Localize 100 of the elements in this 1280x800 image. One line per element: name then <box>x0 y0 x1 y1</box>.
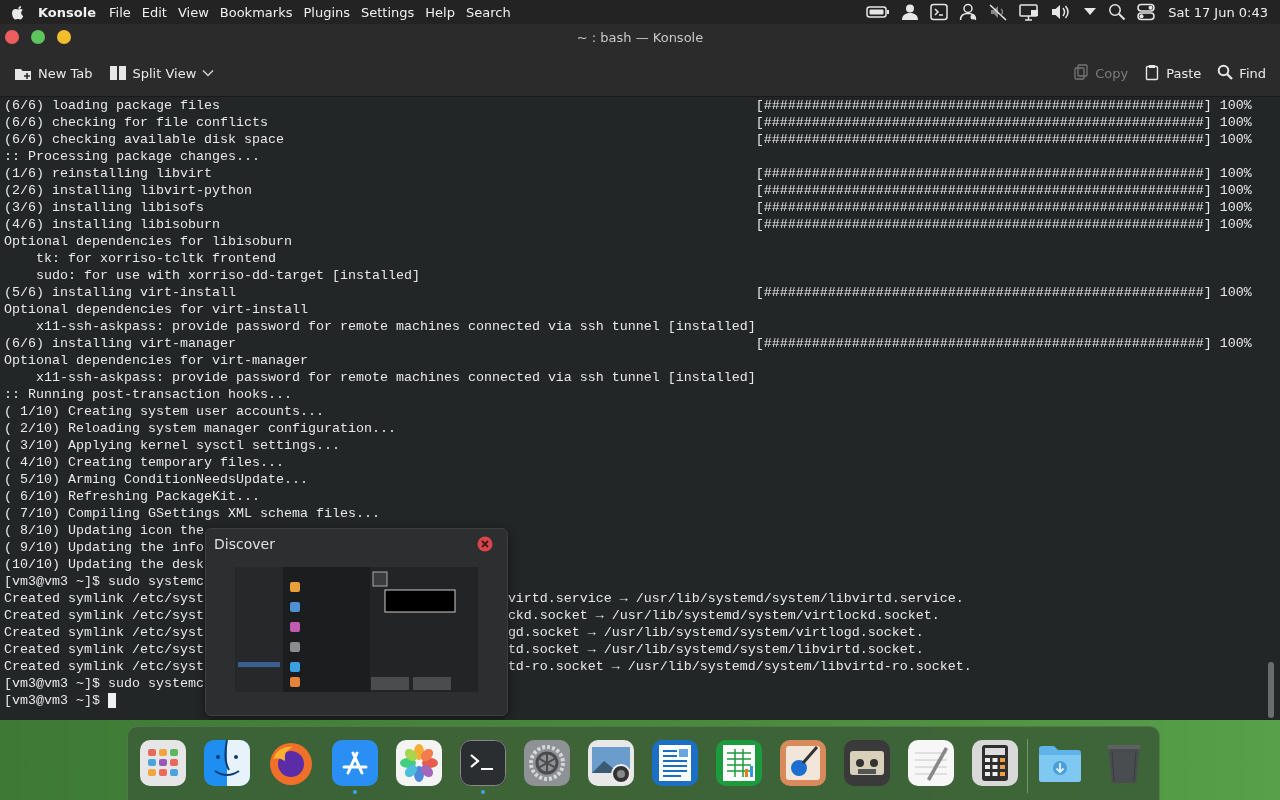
terminal-line: :: Running post-transaction hooks... <box>4 386 292 403</box>
terminal-line: ( 1/10) Creating system user accounts... <box>4 403 324 420</box>
percent-text: 100% <box>1219 165 1252 182</box>
app-store-icon[interactable] <box>331 739 379 787</box>
search-icon <box>1217 64 1234 82</box>
terminal-line: (6/6) checking available disk space <box>4 131 284 148</box>
calculator-icon[interactable] <box>971 739 1019 787</box>
progress-bar-text: [#######################################################] <box>755 114 1212 131</box>
terminal-line: td.socket → /usr/lib/systemd/system/libvirtd.socket. <box>507 641 924 658</box>
terminal-line: Optional dependencies for virt-install <box>4 301 308 318</box>
menu-item[interactable]: Settings <box>361 4 415 20</box>
cassette-icon[interactable] <box>843 739 891 787</box>
popup-title: Discover <box>214 536 275 552</box>
terminal-line: [vm3@vm3 ~]$ sudo systemc <box>4 573 204 590</box>
terminal-line: ( 6/10) Refreshing PackageKit... <box>4 488 260 505</box>
photo-with-lens-icon[interactable] <box>587 739 635 787</box>
minimize-button[interactable] <box>57 30 71 44</box>
close-button[interactable] <box>5 30 19 44</box>
notepad-icon[interactable] <box>907 739 955 787</box>
maximize-button[interactable] <box>31 30 45 44</box>
terminal-line: Created symlink /etc/syst <box>4 641 204 658</box>
clipboard-icon <box>1144 64 1161 82</box>
progress-bar-text: [#######################################################] <box>755 216 1212 233</box>
percent-text: 100% <box>1219 97 1252 114</box>
terminal-line: ckd.socket → /usr/lib/systemd/system/virtlockd.socket. <box>507 607 940 624</box>
terminal-line: (6/6) installing virt-manager <box>4 335 236 352</box>
terminal-line: Optional dependencies for libisoburn <box>4 233 292 250</box>
window-title: ~ : bash — Konsole <box>576 29 704 45</box>
user-outline-icon[interactable] <box>959 3 978 21</box>
terminal-line: virtd.service → /usr/lib/systemd/system/libvirtd.service. <box>507 590 964 607</box>
terminal-line: sudo: for use with xorriso-dd-target [installed] <box>35 267 420 284</box>
toolbar-button[interactable]: New Tab <box>8 60 99 86</box>
progress-bar-text: [#######################################################] <box>755 182 1212 199</box>
terminal-line: Created symlink /etc/syst <box>4 624 204 641</box>
toggle-switches-icon[interactable] <box>1137 3 1156 21</box>
progress-bar-text: [#######################################################] <box>755 131 1212 148</box>
terminal-line: Optional dependencies for virt-manager <box>4 352 308 369</box>
terminal-line: (4/6) installing libisoburn <box>4 216 220 233</box>
toolbar-button[interactable]: Paste <box>1138 60 1208 86</box>
document-icon[interactable] <box>651 739 699 787</box>
terminal-line: (6/6) loading package files <box>4 97 220 114</box>
app-menu[interactable]: Konsole <box>38 4 96 20</box>
paint-brush-icon[interactable] <box>779 739 827 787</box>
terminal-line: (3/6) installing libisofs <box>4 199 204 216</box>
terminal-line: ( 5/10) Arming ConditionNeedsUpdate... <box>4 471 308 488</box>
terminal-line: ( 4/10) Creating temporary files... <box>4 454 284 471</box>
progress-bar-text: [#######################################################] <box>755 284 1212 301</box>
search-icon[interactable] <box>1108 3 1127 21</box>
toolbar-button[interactable]: Find <box>1211 60 1272 86</box>
clock[interactable]: Sat 17 Jun 0:43 <box>1168 4 1268 20</box>
scrollbar-thumb[interactable] <box>1268 662 1274 718</box>
flower-icon[interactable] <box>395 739 443 787</box>
menu-item[interactable]: Help <box>425 4 455 20</box>
percent-text: 100% <box>1219 216 1252 233</box>
apple-logo-icon[interactable] <box>10 3 26 21</box>
smiling-face-icon[interactable] <box>203 739 251 787</box>
split-view-icon <box>108 64 127 82</box>
close-icon[interactable] <box>477 536 493 552</box>
terminal-line: :: Processing package changes... <box>4 148 260 165</box>
percent-text: 100% <box>1219 199 1252 216</box>
menu-item[interactable]: Search <box>466 4 511 20</box>
percent-text: 100% <box>1219 114 1252 131</box>
menu-item[interactable]: Bookmarks <box>219 4 293 20</box>
terminal-line: Created symlink /etc/syst <box>4 607 204 624</box>
terminal-line: x11-ssh-askpass: provide password for remote machines connected via ssh tunnel [installed] <box>35 318 756 335</box>
progress-bar-text: [#######################################################] <box>755 335 1212 352</box>
progress-bar-text: [#######################################################] <box>755 97 1212 114</box>
terminal-line: ( 2/10) Reloading system manager configuration... <box>4 420 396 437</box>
terminal-line: Created symlink /etc/syst <box>4 658 204 675</box>
terminal-line: (1/6) reinstalling libvirt <box>4 165 212 182</box>
percent-text: 100% <box>1219 182 1252 199</box>
terminal-line: Created symlink /etc/syst <box>4 590 204 607</box>
terminal-line: (6/6) checking for file conflicts <box>4 114 268 131</box>
terminal-line: x11-ssh-askpass: provide password for remote machines connected via ssh tunnel [installed] <box>35 369 756 386</box>
gear-icon[interactable] <box>523 739 571 787</box>
terminal-line: tk: for xorriso-tcltk frontend <box>35 250 276 267</box>
percent-text: 100% <box>1219 131 1252 148</box>
terminal-line: (2/6) installing libvirt-python <box>4 182 252 199</box>
muted-speaker-icon[interactable] <box>988 3 1009 21</box>
progress-bar-text: [#######################################################] <box>755 165 1212 182</box>
app-grid-icon[interactable] <box>139 739 187 787</box>
chevron-down-icon <box>202 69 215 77</box>
terminal-line: ( 8/10) Updating icon the <box>4 522 204 539</box>
terminal-line: [vm3@vm3 ~]$ <box>4 692 101 709</box>
terminal-line: [vm3@vm3 ~]$ sudo systemc <box>4 675 204 692</box>
menu-item[interactable]: View <box>177 4 209 20</box>
toolbar-button[interactable]: Split View <box>102 60 221 86</box>
spreadsheet-icon[interactable] <box>715 739 763 787</box>
user-icon[interactable] <box>901 3 920 21</box>
terminal-icon[interactable] <box>459 739 507 787</box>
copy-icon <box>1073 64 1090 82</box>
monitor-icon[interactable] <box>1019 3 1040 21</box>
terminal-line: ( 9/10) Updating the info <box>4 539 204 556</box>
menu-item[interactable]: Edit <box>141 4 167 20</box>
menu-item[interactable]: File <box>109 4 131 20</box>
percent-text: 100% <box>1219 335 1252 352</box>
progress-bar-text: [#######################################################] <box>755 199 1212 216</box>
percent-text: 100% <box>1219 284 1252 301</box>
menu-item[interactable]: Plugins <box>303 4 350 20</box>
battery-icon[interactable] <box>866 3 891 21</box>
